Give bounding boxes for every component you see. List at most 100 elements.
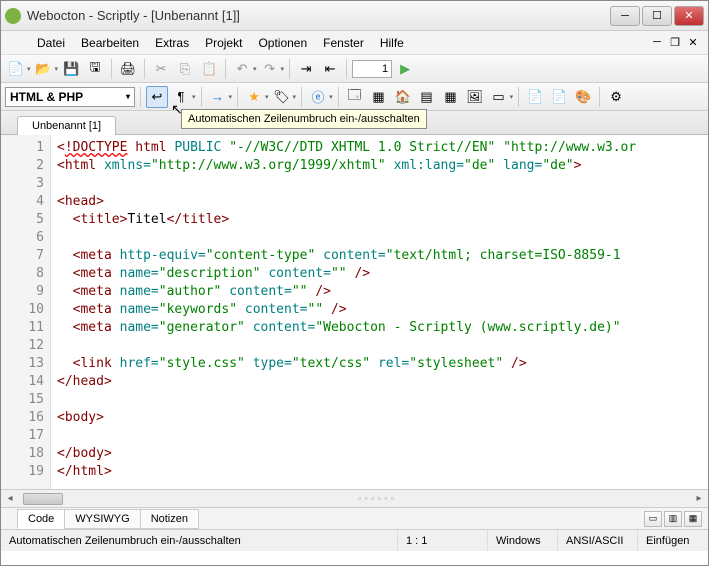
indent-button[interactable]: ⇥ bbox=[295, 58, 317, 80]
code-line[interactable]: <meta http-equiv="content-type" content=… bbox=[57, 247, 702, 265]
scroll-thumb[interactable] bbox=[23, 493, 63, 505]
arrow-button[interactable]: → bbox=[207, 86, 229, 108]
mdi-close-icon[interactable]: ✕ bbox=[686, 36, 700, 50]
cut-button[interactable]: ✂ bbox=[150, 58, 172, 80]
file-tab[interactable]: Unbenannt [1] bbox=[17, 116, 116, 135]
save-button[interactable]: 💾 bbox=[60, 58, 82, 80]
minimize-button[interactable]: ─ bbox=[610, 6, 640, 26]
code-line[interactable]: <meta name="author" content="" /> bbox=[57, 283, 702, 301]
mdi-restore-icon[interactable]: ❐ bbox=[668, 36, 682, 50]
code-line[interactable]: <meta name="generator" content="Webocton… bbox=[57, 319, 702, 337]
special-chars-button[interactable]: ¶ bbox=[170, 86, 192, 108]
tooltip: Automatischen Zeilenumbruch ein-/ausscha… bbox=[181, 109, 427, 129]
grid-button[interactable]: ▦ bbox=[440, 86, 462, 108]
save-all-button[interactable]: 🖫 bbox=[84, 58, 106, 80]
dropdown-arrow-icon[interactable]: ▾ bbox=[192, 93, 196, 101]
code-line[interactable]: <title>Titel</title> bbox=[57, 211, 702, 229]
code-line[interactable]: <!DOCTYPE html PUBLIC "-//W3C//DTD XHTML… bbox=[57, 139, 702, 157]
dropdown-arrow-icon[interactable]: ▾ bbox=[27, 65, 31, 73]
undo-button[interactable]: ↶ bbox=[231, 58, 253, 80]
favorite-button[interactable]: ★ bbox=[243, 86, 265, 108]
code-line[interactable]: <meta name="keywords" content="" /> bbox=[57, 301, 702, 319]
menu-fenster[interactable]: Fenster bbox=[315, 33, 372, 53]
menu-optionen[interactable]: Optionen bbox=[250, 33, 315, 53]
dropdown-arrow-icon[interactable]: ▾ bbox=[253, 65, 257, 73]
code-line[interactable] bbox=[57, 175, 702, 193]
dropdown-arrow-icon[interactable]: ▾ bbox=[229, 93, 233, 101]
panel-button[interactable]: ▦ bbox=[368, 86, 390, 108]
code-line[interactable]: <link href="style.css" type="text/css" r… bbox=[57, 355, 702, 373]
separator bbox=[225, 59, 226, 79]
tags-button[interactable]: 🏷 bbox=[271, 86, 293, 108]
doc2-button[interactable]: 📄 bbox=[548, 86, 570, 108]
code-line[interactable] bbox=[57, 427, 702, 445]
new-file-button[interactable]: 📄 bbox=[5, 58, 27, 80]
code-line[interactable]: </html> bbox=[57, 463, 702, 481]
separator bbox=[237, 87, 238, 107]
separator bbox=[338, 87, 339, 107]
horizontal-scrollbar[interactable]: ◂ ∘∘∘∘∘∘ ▸ bbox=[1, 489, 708, 507]
browser-preview-button[interactable]: ⓔ bbox=[307, 86, 329, 108]
code-line[interactable]: <head> bbox=[57, 193, 702, 211]
view-mode-1-button[interactable]: ▭ bbox=[644, 511, 662, 527]
code-line[interactable] bbox=[57, 229, 702, 247]
outdent-button[interactable]: ⇤ bbox=[319, 58, 341, 80]
open-file-button[interactable]: 📂 bbox=[33, 58, 55, 80]
code-line[interactable] bbox=[57, 391, 702, 409]
bottom-tab-wysiwyg[interactable]: WYSIWYG bbox=[64, 509, 140, 529]
menu-extras[interactable]: Extras bbox=[147, 33, 197, 53]
image-button[interactable]: 🖼 bbox=[464, 86, 486, 108]
redo-button[interactable]: ↷ bbox=[259, 58, 281, 80]
statusbar: Automatischen Zeilenumbruch ein-/ausscha… bbox=[1, 529, 708, 551]
run-button[interactable]: ▶ bbox=[394, 58, 416, 80]
home-button[interactable]: 🏠 bbox=[392, 86, 414, 108]
scroll-grip-icon: ∘∘∘∘∘∘ bbox=[357, 493, 397, 504]
menu-hilfe[interactable]: Hilfe bbox=[372, 33, 412, 53]
status-encoding: ANSI/ASCII bbox=[558, 530, 638, 551]
maximize-button[interactable]: ☐ bbox=[642, 6, 672, 26]
dropdown-arrow-icon[interactable]: ▾ bbox=[265, 93, 269, 101]
print-button[interactable]: 🖨 bbox=[117, 58, 139, 80]
separator bbox=[599, 87, 600, 107]
separator bbox=[201, 87, 202, 107]
bottom-tab-code[interactable]: Code bbox=[17, 509, 65, 529]
code-line[interactable] bbox=[57, 337, 702, 355]
window-button[interactable]: 🗔 bbox=[344, 86, 366, 108]
code-line[interactable]: </body> bbox=[57, 445, 702, 463]
window-title: Webocton - Scriptly - [Unbenannt [1]] bbox=[27, 8, 608, 23]
doc1-button[interactable]: 📄 bbox=[524, 86, 546, 108]
color-picker-button[interactable]: 🎨 bbox=[572, 86, 594, 108]
dropdown-arrow-icon[interactable]: ▾ bbox=[281, 65, 285, 73]
menu-bearbeiten[interactable]: Bearbeiten bbox=[73, 33, 147, 53]
dropdown-arrow-icon[interactable]: ▾ bbox=[293, 93, 297, 101]
bottom-tabbar: CodeWYSIWYGNotizen ▭ ▥ ▦ bbox=[1, 507, 708, 529]
toolbar-secondary: HTML & PHP ▾ ↩ ¶▾ →▾ ★▾ 🏷▾ ⓔ▾ 🗔 ▦ 🏠 ▤ ▦ … bbox=[1, 83, 708, 111]
paste-button[interactable]: 📋 bbox=[198, 58, 220, 80]
close-button[interactable]: ✕ bbox=[674, 6, 704, 26]
code-line[interactable]: <html xmlns="http://www.w3.org/1999/xhtm… bbox=[57, 157, 702, 175]
dropdown-arrow-icon[interactable]: ▾ bbox=[510, 93, 514, 101]
tool-button[interactable]: ⚙ bbox=[605, 86, 627, 108]
line-gutter: 12345678910111213141516171819 bbox=[1, 135, 51, 489]
menu-projekt[interactable]: Projekt bbox=[197, 33, 250, 53]
code-area[interactable]: <!DOCTYPE html PUBLIC "-//W3C//DTD XHTML… bbox=[51, 135, 708, 489]
palette-button[interactable]: ▭ bbox=[488, 86, 510, 108]
mdi-minimize-icon[interactable]: ─ bbox=[650, 36, 664, 50]
calendar-button[interactable]: ▤ bbox=[416, 86, 438, 108]
view-mode-3-button[interactable]: ▦ bbox=[684, 511, 702, 527]
scroll-left-icon[interactable]: ◂ bbox=[1, 493, 19, 504]
dropdown-arrow-icon[interactable]: ▾ bbox=[55, 65, 59, 73]
editor[interactable]: 12345678910111213141516171819 <!DOCTYPE … bbox=[1, 135, 708, 489]
language-combo[interactable]: HTML & PHP ▾ bbox=[5, 87, 135, 107]
code-line[interactable]: <body> bbox=[57, 409, 702, 427]
code-line[interactable]: <meta name="description" content="" /> bbox=[57, 265, 702, 283]
scroll-right-icon[interactable]: ▸ bbox=[690, 493, 708, 504]
dropdown-arrow-icon[interactable]: ▾ bbox=[329, 93, 333, 101]
menu-datei[interactable]: Datei bbox=[29, 33, 73, 53]
copy-button[interactable]: ⎘ bbox=[174, 58, 196, 80]
view-mode-2-button[interactable]: ▥ bbox=[664, 511, 682, 527]
word-wrap-button[interactable]: ↩ bbox=[146, 86, 168, 108]
bottom-tab-notizen[interactable]: Notizen bbox=[140, 509, 199, 529]
code-line[interactable]: </head> bbox=[57, 373, 702, 391]
goto-line-input[interactable] bbox=[352, 60, 392, 78]
